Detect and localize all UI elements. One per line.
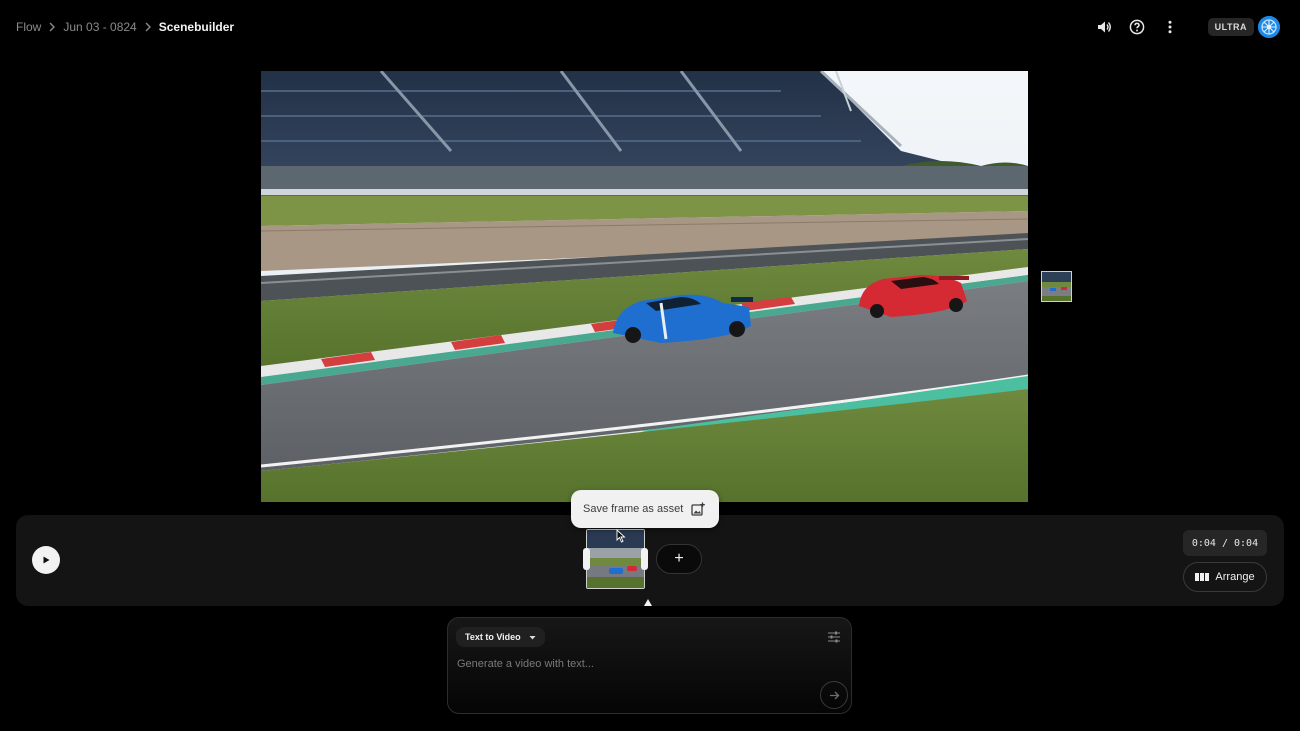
tune-settings-icon[interactable] <box>827 630 841 644</box>
next-clip-thumbnail[interactable] <box>1041 271 1072 302</box>
avatar-pattern-icon <box>1258 16 1280 38</box>
clip-trim-handle-left[interactable] <box>583 548 590 570</box>
chevron-right-icon <box>137 18 159 36</box>
caret-down-icon <box>529 635 536 639</box>
arrange-label: Arrange <box>1215 571 1255 583</box>
plus-icon: + <box>674 550 684 567</box>
plan-badge[interactable]: ULTRA <box>1207 18 1254 36</box>
chevron-right-icon <box>41 18 63 36</box>
prompt-box: Text to Video <box>447 617 852 714</box>
breadcrumb-project[interactable]: Jun 03 - 0824 <box>63 20 136 34</box>
save-frame-label: Save frame as asset <box>583 503 684 515</box>
arrange-icon <box>1195 573 1210 581</box>
volume-icon <box>1097 21 1111 33</box>
video-preview[interactable] <box>261 71 1028 502</box>
breadcrumb: Flow Jun 03 - 0824 Scenebuilder <box>16 18 234 36</box>
play-button[interactable] <box>32 546 60 574</box>
avatar[interactable] <box>1258 16 1280 38</box>
play-icon <box>43 556 50 564</box>
thumbnail-scene <box>1042 272 1071 301</box>
top-right-actions: ULTRA <box>1084 14 1280 40</box>
breadcrumb-flow[interactable]: Flow <box>16 20 41 34</box>
arrange-button[interactable]: Arrange <box>1183 562 1267 592</box>
more-vert-icon <box>1168 20 1172 34</box>
add-clip-button[interactable]: + <box>656 544 702 574</box>
timeline-panel: + 0:04 / 0:04 Arrange <box>16 515 1284 606</box>
prompt-input[interactable] <box>457 655 817 673</box>
generation-mode-dropdown[interactable]: Text to Video <box>456 627 545 647</box>
breadcrumb-current: Scenebuilder <box>158 20 235 34</box>
add-photo-icon <box>691 502 706 516</box>
playhead-marker[interactable] <box>644 599 652 606</box>
generation-mode-label: Text to Video <box>465 632 521 642</box>
help-icon <box>1129 19 1145 35</box>
more-options-button[interactable] <box>1157 14 1183 40</box>
timecode-display: 0:04 / 0:04 <box>1183 530 1267 556</box>
arrow-forward-icon <box>829 691 839 699</box>
volume-button[interactable] <box>1091 14 1117 40</box>
clip-trim-handle-right[interactable] <box>641 548 648 570</box>
send-button[interactable] <box>820 681 848 709</box>
help-button[interactable] <box>1124 14 1150 40</box>
save-frame-tooltip[interactable]: Save frame as asset <box>571 490 719 528</box>
race-track-scene <box>261 71 1028 502</box>
mouse-cursor-icon <box>616 529 626 543</box>
